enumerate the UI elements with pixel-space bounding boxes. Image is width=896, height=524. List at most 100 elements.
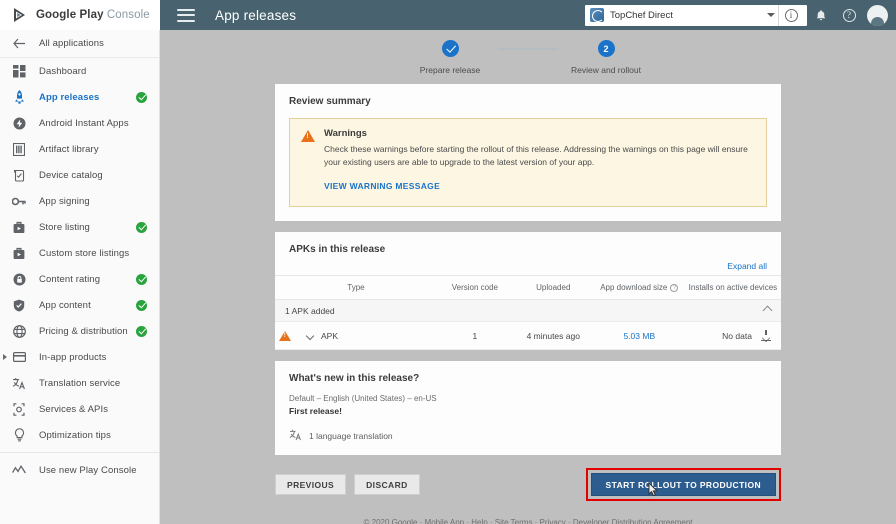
chevron-right-icon[interactable] <box>3 354 7 360</box>
sidebar-item-label: Custom store listings <box>39 247 130 259</box>
sidebar-item-translation-service[interactable]: Translation service <box>0 370 159 396</box>
table-header-row: Type Version code Uploaded App download … <box>275 275 781 301</box>
status-check-icon <box>136 299 147 311</box>
sidebar-item-label: Device catalog <box>39 169 103 181</box>
sidebar-item-all-applications[interactable]: All applications <box>0 30 159 58</box>
status-check-icon <box>136 273 147 285</box>
apk-group-label: 1 APK added <box>285 305 335 316</box>
app-selector[interactable]: TopChef Direct i <box>585 4 807 26</box>
sidebar-item-label: App content <box>39 299 91 311</box>
sidebar-item-app-signing[interactable]: App signing <box>0 188 159 214</box>
shield-icon <box>11 297 27 313</box>
globe-icon <box>11 323 27 339</box>
step-prepare-release[interactable]: Prepare release <box>402 40 498 75</box>
warning-triangle-icon <box>301 130 315 142</box>
step-review-and-rollout[interactable]: 2 Review and rollout <box>558 40 654 75</box>
play-console-window: Google Play Console App releases TopChef… <box>0 0 896 524</box>
sidebar-item-optimization-tips[interactable]: Optimization tips <box>0 422 159 448</box>
help-circle-icon[interactable]: ? <box>835 0 863 30</box>
cell-type: APK <box>321 330 339 341</box>
stepper-connector <box>498 48 558 50</box>
chevron-down-icon[interactable] <box>305 331 315 341</box>
chevron-down-icon[interactable] <box>767 13 775 17</box>
step-marker-done <box>441 40 459 57</box>
brand-name: Google Play Console <box>36 9 150 21</box>
discard-button[interactable]: DISCARD <box>354 474 420 496</box>
sidebar-item-device-catalog[interactable]: Device catalog <box>0 162 159 188</box>
key-icon <box>11 193 27 209</box>
sidebar-item-use-new-play-console[interactable]: Use new Play Console <box>0 457 159 483</box>
sidebar-item-label: App releases <box>39 91 100 103</box>
column-header-uploaded: Uploaded <box>512 275 594 301</box>
column-header-type: Type <box>275 275 437 301</box>
sidebar-item-custom-store-listings[interactable]: Custom store listings <box>0 240 159 266</box>
rollout-highlight-box: START ROLLOUT TO PRODUCTION <box>585 468 781 502</box>
status-check-icon <box>136 221 147 233</box>
language-translation-row[interactable]: 1 language translation <box>289 429 767 443</box>
page-title: App releases <box>215 7 297 23</box>
info-circle-icon[interactable]: i <box>779 4 803 26</box>
brand-name-bold: Google Play <box>36 9 104 21</box>
sidebar-item-label: Translation service <box>39 377 121 389</box>
sidebar-item-label: Pricing & distribution <box>39 325 128 337</box>
start-rollout-to-production-button[interactable]: START ROLLOUT TO PRODUCTION <box>590 473 776 497</box>
topbar-right-group: TopChef Direct i ? <box>585 0 896 30</box>
cell-uploaded: 4 minutes ago <box>526 330 580 341</box>
sidebar-item-services-apis[interactable]: Services & APIs <box>0 396 159 422</box>
review-summary-title: Review summary <box>289 96 371 107</box>
instant-apps-icon <box>11 115 27 131</box>
sidebar-item-dashboard[interactable]: Dashboard <box>0 58 159 84</box>
action-bar: PREVIOUS DISCARD START ROLLOUT TO PRODUC… <box>275 468 781 502</box>
whats-new-note: First release! <box>289 406 342 417</box>
services-apis-icon <box>11 401 27 417</box>
sidebar-item-app-releases[interactable]: App releases <box>0 84 159 110</box>
sidebar: All applications Dashboard App releases … <box>0 30 160 524</box>
sidebar-item-artifact-library[interactable]: Artifact library <box>0 136 159 162</box>
user-avatar[interactable] <box>867 4 888 26</box>
whats-new-title: What's new in this release? <box>289 373 420 385</box>
question-circle-icon[interactable]: ? <box>670 284 679 293</box>
bell-icon[interactable] <box>807 0 835 30</box>
previous-button[interactable]: PREVIOUS <box>275 474 347 496</box>
sidebar-item-android-instant-apps[interactable]: Android Instant Apps <box>0 110 159 136</box>
warnings-heading: Warnings <box>324 128 367 139</box>
sidebar-item-label: In-app products <box>39 351 107 363</box>
sidebar-item-label: Store listing <box>39 221 90 233</box>
column-header-installs: Installs on active devices <box>684 275 781 301</box>
sidebar-item-label: Services & APIs <box>39 403 109 415</box>
sidebar-item-store-listing[interactable]: Store listing <box>0 214 159 240</box>
apk-group-header[interactable]: 1 APK added <box>275 300 781 323</box>
sidebar-item-pricing-distribution[interactable]: Pricing & distribution <box>0 318 159 344</box>
apks-table: Type Version code Uploaded App download … <box>275 275 781 301</box>
warnings-banner: Warnings Check these warnings before sta… <box>289 118 767 208</box>
brand-logo-zone[interactable]: Google Play Console <box>0 0 160 30</box>
status-check-icon <box>136 91 147 103</box>
column-header-label: App download size <box>600 283 668 293</box>
sidebar-item-content-rating[interactable]: Content rating <box>0 266 159 292</box>
sidebar-item-label: Artifact library <box>39 143 99 155</box>
app-thumbnail-icon <box>590 8 604 22</box>
rocket-icon <box>11 89 27 105</box>
download-icon[interactable] <box>760 330 771 342</box>
step-label: Prepare release <box>419 65 481 75</box>
sidebar-item-in-app-products[interactable]: In-app products <box>0 344 159 370</box>
dashboard-grid-icon <box>11 63 27 79</box>
sidebar-item-app-content[interactable]: App content <box>0 292 159 318</box>
table-row[interactable]: APK 1 4 minutes ago 5.03 MB No data <box>275 322 781 351</box>
step-label: Review and rollout <box>571 65 641 75</box>
google-play-logo <box>12 7 29 23</box>
view-warning-message-link[interactable]: VIEW WARNING MESSAGE <box>324 181 440 191</box>
expand-all-link[interactable]: Expand all <box>289 255 767 275</box>
store-icon <box>11 219 27 235</box>
hamburger-menu-icon[interactable] <box>177 8 195 22</box>
warning-triangle-icon <box>279 330 291 341</box>
device-catalog-icon <box>11 167 27 183</box>
lightbulb-icon <box>11 427 27 443</box>
whats-new-card: What's new in this release? Default – En… <box>275 361 781 456</box>
cell-app-download-size[interactable]: 5.03 MB <box>594 331 685 341</box>
sidebar-item-label: Android Instant Apps <box>39 117 129 129</box>
apks-card: APKs in this release Expand all Type Ver… <box>275 232 781 351</box>
cell-installs: No data <box>722 330 752 341</box>
chevron-up-icon[interactable] <box>762 305 773 316</box>
sidebar-divider <box>0 452 159 453</box>
